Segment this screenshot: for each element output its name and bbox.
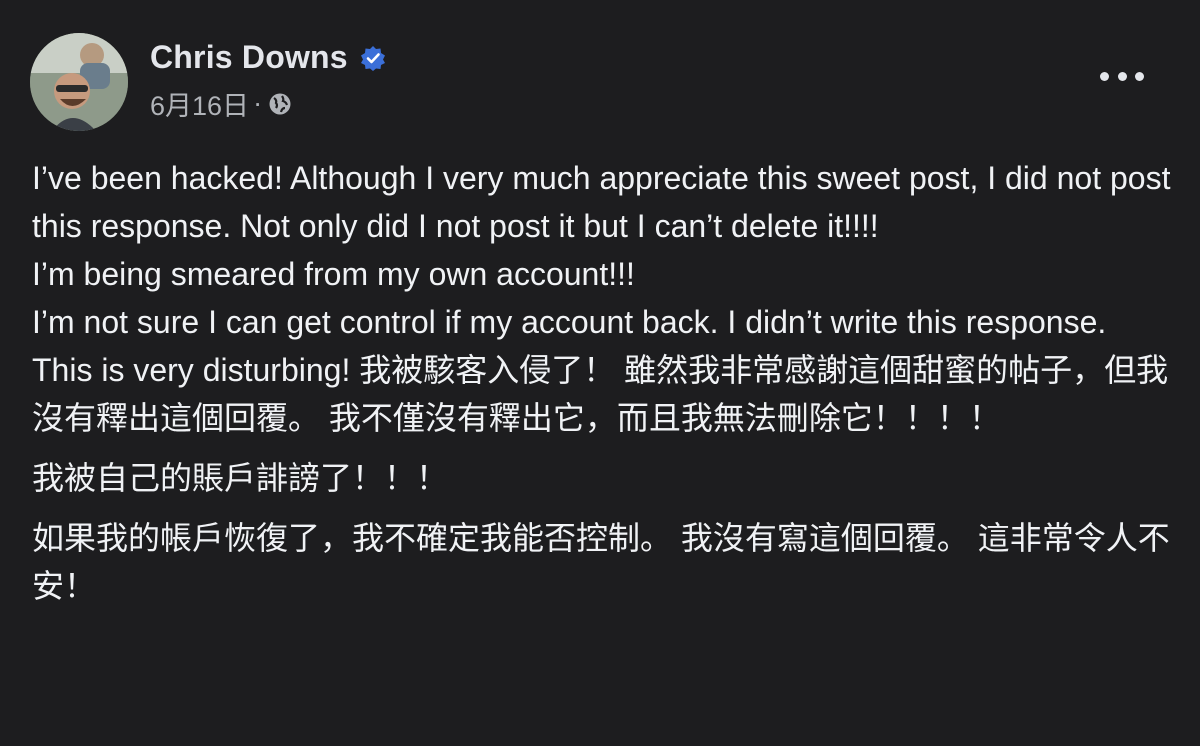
author-avatar[interactable] [30, 33, 128, 131]
post-subline: 6月16日 · [150, 84, 386, 123]
more-dot [1135, 71, 1144, 81]
post-meta: Chris Downs 6月16日 · [150, 39, 386, 123]
post-paragraph: I’ve been hacked! Although I very much a… [32, 160, 1180, 244]
author-row: Chris Downs [150, 39, 386, 76]
more-dot [1100, 71, 1109, 81]
facebook-post: Chris Downs 6月16日 · I’ve been hacked! Al… [0, 0, 1200, 746]
post-paragraph: 如果我的帳戶恢復了，我不確定我能否控制。 我沒有寫這個回覆。 這非常令人不安！ [32, 520, 1170, 604]
more-dot [1117, 71, 1127, 81]
post-paragraph: 我被自己的賬戶誹謗了！！！ [32, 460, 449, 496]
post-body: I’ve been hacked! Although I very much a… [32, 154, 1172, 610]
post-paragraph: I’m being smeared from my own account!!! [32, 256, 635, 292]
post-date[interactable]: 6月16日 [150, 84, 249, 123]
post-header: Chris Downs 6月16日 · [30, 33, 386, 131]
verified-badge-icon [360, 45, 386, 71]
globe-icon [268, 92, 292, 116]
more-options-icon[interactable] [1100, 66, 1144, 86]
post-paragraph: I’m not sure I can get control if my acc… [32, 304, 1169, 436]
separator-dot: · [253, 88, 263, 118]
avatar-photo [30, 33, 128, 131]
author-name[interactable]: Chris Downs [150, 39, 348, 76]
